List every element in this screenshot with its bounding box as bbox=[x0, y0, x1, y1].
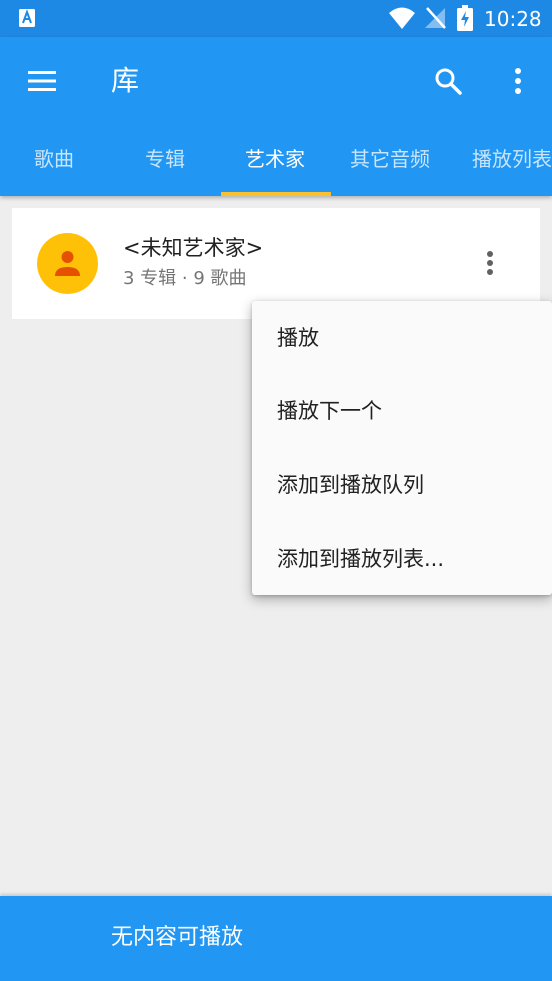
artist-name: <未知艺术家> bbox=[123, 236, 264, 260]
tab-songs[interactable]: 歌曲 bbox=[34, 123, 74, 196]
status-bar: 10:28 bbox=[0, 0, 552, 37]
wifi-icon bbox=[389, 7, 415, 29]
tab-other-audio[interactable]: 其它音频 bbox=[350, 123, 430, 196]
context-menu: 播放 播放下一个 添加到播放队列 添加到播放列表... bbox=[252, 301, 552, 595]
person-icon bbox=[55, 251, 80, 276]
app-bar: 库 歌曲 专辑 艺术家 其它音频 播放列表 bbox=[0, 37, 552, 196]
more-vert-icon[interactable] bbox=[504, 61, 532, 101]
menu-item-add-to-queue[interactable]: 添加到播放队列 bbox=[252, 448, 552, 522]
menu-item-play-next[interactable]: 播放下一个 bbox=[252, 374, 552, 448]
artist-meta: 3 专辑 · 9 歌曲 bbox=[123, 268, 247, 289]
now-playing-bar[interactable]: 无内容可播放 bbox=[0, 896, 552, 981]
page-title: 库 bbox=[111, 64, 140, 97]
avatar bbox=[37, 233, 98, 294]
search-icon[interactable] bbox=[428, 61, 468, 101]
menu-item-add-to-playlist[interactable]: 添加到播放列表... bbox=[252, 522, 552, 596]
app-notification-icon bbox=[19, 9, 35, 27]
tab-playlists[interactable]: 播放列表 bbox=[472, 123, 552, 196]
tab-artists[interactable]: 艺术家 bbox=[245, 123, 305, 196]
tab-bar: 歌曲 专辑 艺术家 其它音频 播放列表 bbox=[0, 123, 552, 196]
tab-albums[interactable]: 专辑 bbox=[145, 123, 185, 196]
menu-icon[interactable] bbox=[22, 63, 62, 99]
status-clock: 10:28 bbox=[484, 7, 542, 31]
no-signal-icon bbox=[425, 7, 446, 29]
now-playing-text: 无内容可播放 bbox=[111, 925, 244, 950]
more-vert-icon[interactable] bbox=[478, 244, 502, 284]
tab-indicator bbox=[221, 192, 331, 196]
battery-charging-icon bbox=[457, 5, 473, 31]
menu-item-play[interactable]: 播放 bbox=[252, 301, 552, 375]
